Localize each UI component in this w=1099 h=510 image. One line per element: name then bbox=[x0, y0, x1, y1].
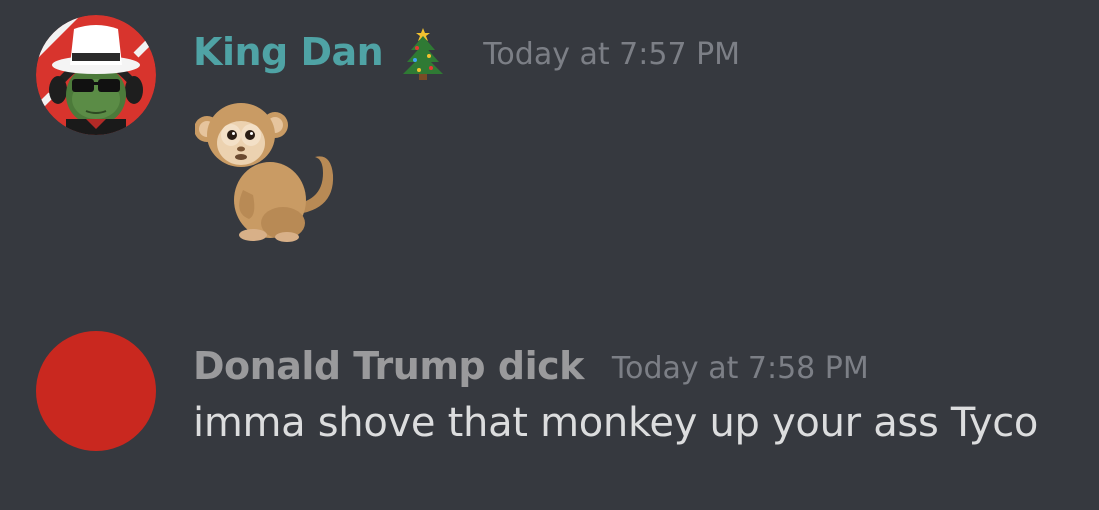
timestamp: Today at 7:57 PM bbox=[483, 36, 741, 72]
message-header: King Dan Today at 7:57 PM bbox=[193, 24, 740, 80]
username[interactable]: Donald Trump dick bbox=[193, 344, 584, 388]
monkey-emoji bbox=[194, 95, 345, 250]
username[interactable]: King Dan bbox=[193, 30, 384, 74]
top-hat-character-avatar bbox=[36, 15, 156, 135]
avatar[interactable] bbox=[36, 15, 156, 135]
timestamp: Today at 7:58 PM bbox=[611, 350, 869, 386]
christmas-tree-icon bbox=[401, 24, 445, 80]
message-text: imma shove that monkey up your ass Tyco bbox=[193, 400, 1039, 446]
avatar[interactable] bbox=[36, 331, 156, 451]
message-item: King Dan Today at 7:57 PM bbox=[0, 0, 1099, 290]
message-header: Donald Trump dick Today at 7:58 PM bbox=[193, 338, 869, 394]
